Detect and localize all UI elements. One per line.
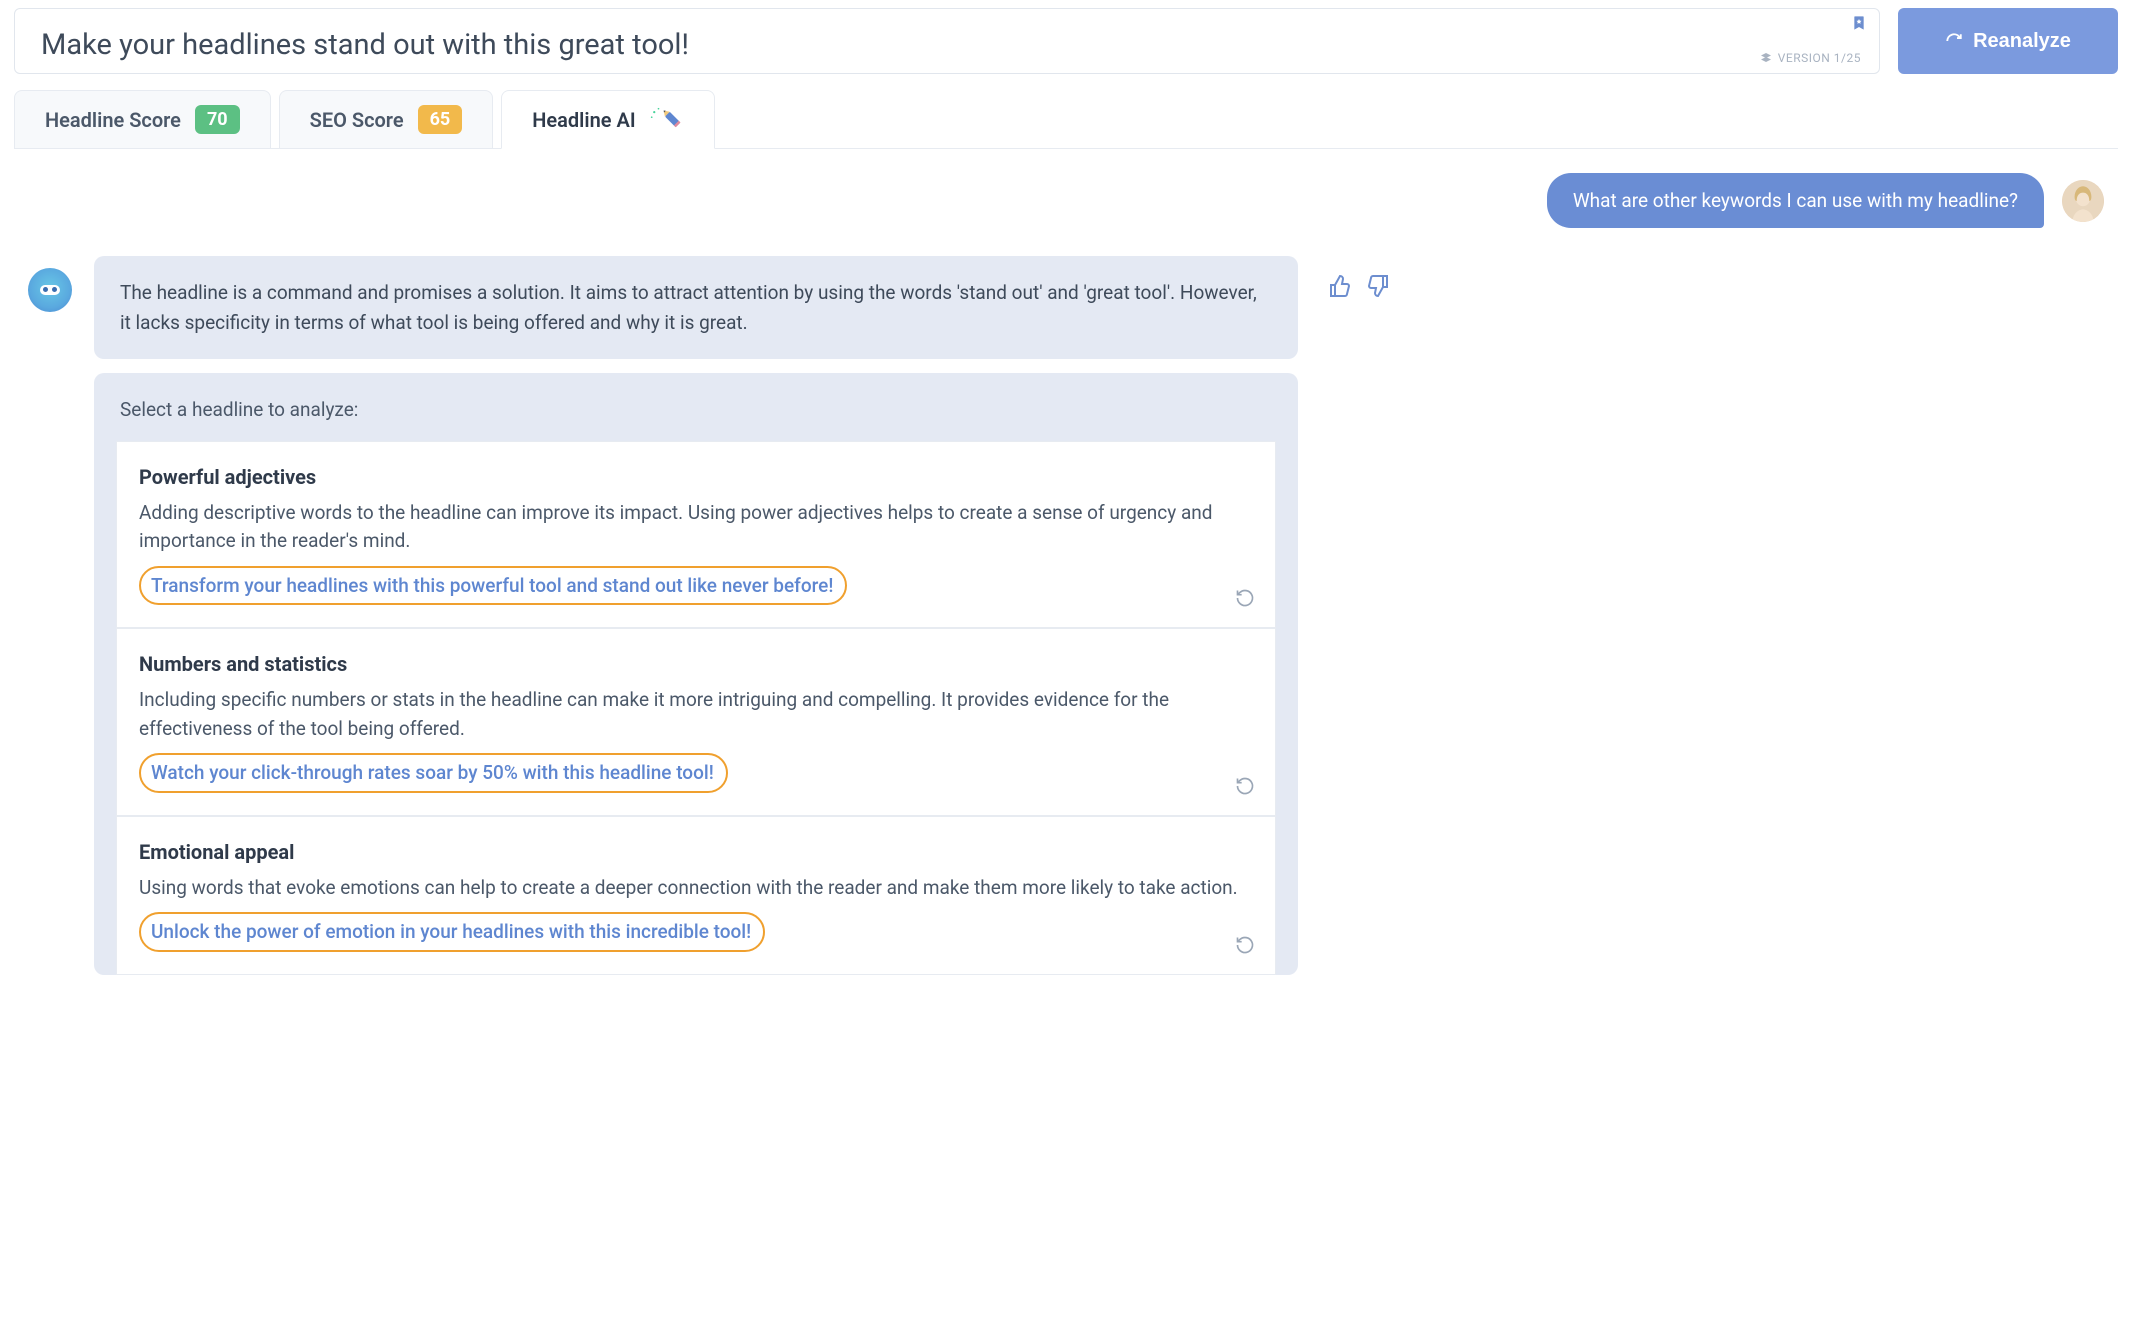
tab-seo-score[interactable]: SEO Score 65 [279,90,494,148]
refresh-icon [1945,32,1963,50]
regenerate-icon[interactable] [1235,775,1255,795]
version-label: VERSION 1/25 [1760,51,1861,65]
tab-headline-ai[interactable]: Headline AI [501,90,714,149]
suggestion-title: Powerful adjectives [139,462,1253,493]
bookmark-icon[interactable] [1851,15,1867,35]
seo-score-badge: 65 [418,105,463,134]
reanalyze-button[interactable]: Reanalyze [1898,8,2118,74]
suggestion-card: Numbers and statistics Including specifi… [116,628,1276,816]
ai-analysis-bubble: The headline is a command and promises a… [94,256,1298,359]
tab-headline-score[interactable]: Headline Score 70 [14,90,271,148]
thumbs-up-icon[interactable] [1328,274,1352,302]
user-message-bubble: What are other keywords I can use with m… [1547,173,2044,228]
regenerate-icon[interactable] [1235,934,1255,954]
suggestion-title: Numbers and statistics [139,649,1253,680]
regenerate-icon[interactable] [1235,587,1255,607]
thumbs-down-icon[interactable] [1366,274,1390,302]
headline-score-badge: 70 [195,105,240,134]
select-headline-label: Select a headline to analyze: [120,395,1272,424]
tabs: Headline Score 70 SEO Score 65 Headline … [14,90,2118,149]
suggestion-headline-link[interactable]: Transform your headlines with this power… [139,566,847,606]
suggestions-panel: Select a headline to analyze: Powerful a… [94,373,1298,975]
headline-input[interactable]: Make your headlines stand out with this … [14,8,1880,74]
suggestion-title: Emotional appeal [139,837,1253,868]
stack-icon [1760,52,1772,64]
headline-text: Make your headlines stand out with this … [41,27,1857,63]
suggestion-card: Powerful adjectives Adding descriptive w… [116,441,1276,629]
suggestion-description: Using words that evoke emotions can help… [139,874,1253,903]
suggestion-description: Adding descriptive words to the headline… [139,499,1253,556]
suggestion-headline-link[interactable]: Unlock the power of emotion in your head… [139,912,765,952]
user-avatar[interactable] [2062,180,2104,222]
suggestion-card: Emotional appeal Using words that evoke … [116,816,1276,975]
suggestion-description: Including specific numbers or stats in t… [139,686,1253,743]
suggestion-headline-link[interactable]: Watch your click-through rates soar by 5… [139,753,728,793]
ai-avatar [28,268,72,312]
feedback-buttons [1328,274,1390,302]
sparkle-pencil-icon [650,107,684,133]
